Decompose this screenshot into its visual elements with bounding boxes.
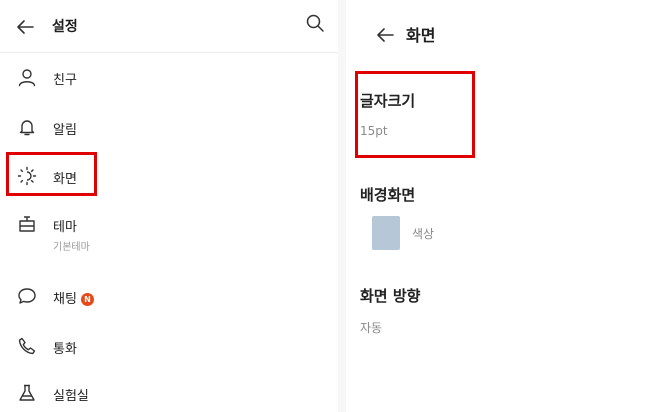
menu-item-friends[interactable]: 친구: [0, 52, 338, 102]
flask-icon: [19, 384, 35, 401]
menu-item-lab[interactable]: 실험실: [0, 370, 338, 412]
back-arrow-icon[interactable]: [14, 16, 36, 38]
background-option-label: 색상: [412, 227, 435, 241]
display-title: 화면: [406, 26, 436, 45]
highlight-box-font-size: [355, 71, 475, 158]
person-icon: [18, 69, 36, 87]
back-arrow-icon[interactable]: [374, 24, 396, 46]
menu-item-label: 실험실: [53, 389, 89, 404]
bell-icon: [19, 120, 35, 136]
menu-item-label-with-badge: 채팅 N: [53, 288, 94, 307]
menu-item-call[interactable]: 통화: [0, 322, 338, 372]
orientation-value: 자동: [360, 321, 383, 335]
menu-item-theme[interactable]: 테마 기본테마: [0, 202, 338, 258]
menu-item-notifications[interactable]: 알림: [0, 102, 338, 152]
highlight-box-display: [6, 152, 97, 196]
display-settings-panel: 화면 글자크기 15pt 배경화면 색상 화면 방향 자동: [346, 0, 647, 412]
panel-divider: [338, 0, 346, 412]
menu-item-label: 알림: [53, 123, 77, 138]
search-icon[interactable]: [305, 13, 325, 33]
new-badge: N: [80, 293, 94, 306]
background-label: 배경화면: [360, 186, 416, 204]
theme-icon: [19, 216, 35, 232]
menu-item-label: 친구: [53, 73, 77, 88]
settings-panel: 설정 친구 알림 화면 테마 기본테마 채팅 N 통화 실험실: [0, 0, 338, 412]
settings-title: 설정: [52, 19, 78, 35]
menu-item-label: 채팅: [53, 292, 77, 307]
menu-item-label: 테마: [53, 220, 77, 235]
menu-item-sublabel: 기본테마: [53, 242, 90, 253]
phone-icon: [18, 337, 36, 355]
settings-header: 설정: [0, 0, 338, 53]
menu-item-chat[interactable]: 채팅 N: [0, 272, 338, 322]
chat-bubble-icon: [18, 288, 36, 304]
menu-item-label: 통화: [53, 342, 77, 357]
orientation-label: 화면 방향: [360, 287, 421, 305]
color-swatch: [372, 216, 400, 250]
